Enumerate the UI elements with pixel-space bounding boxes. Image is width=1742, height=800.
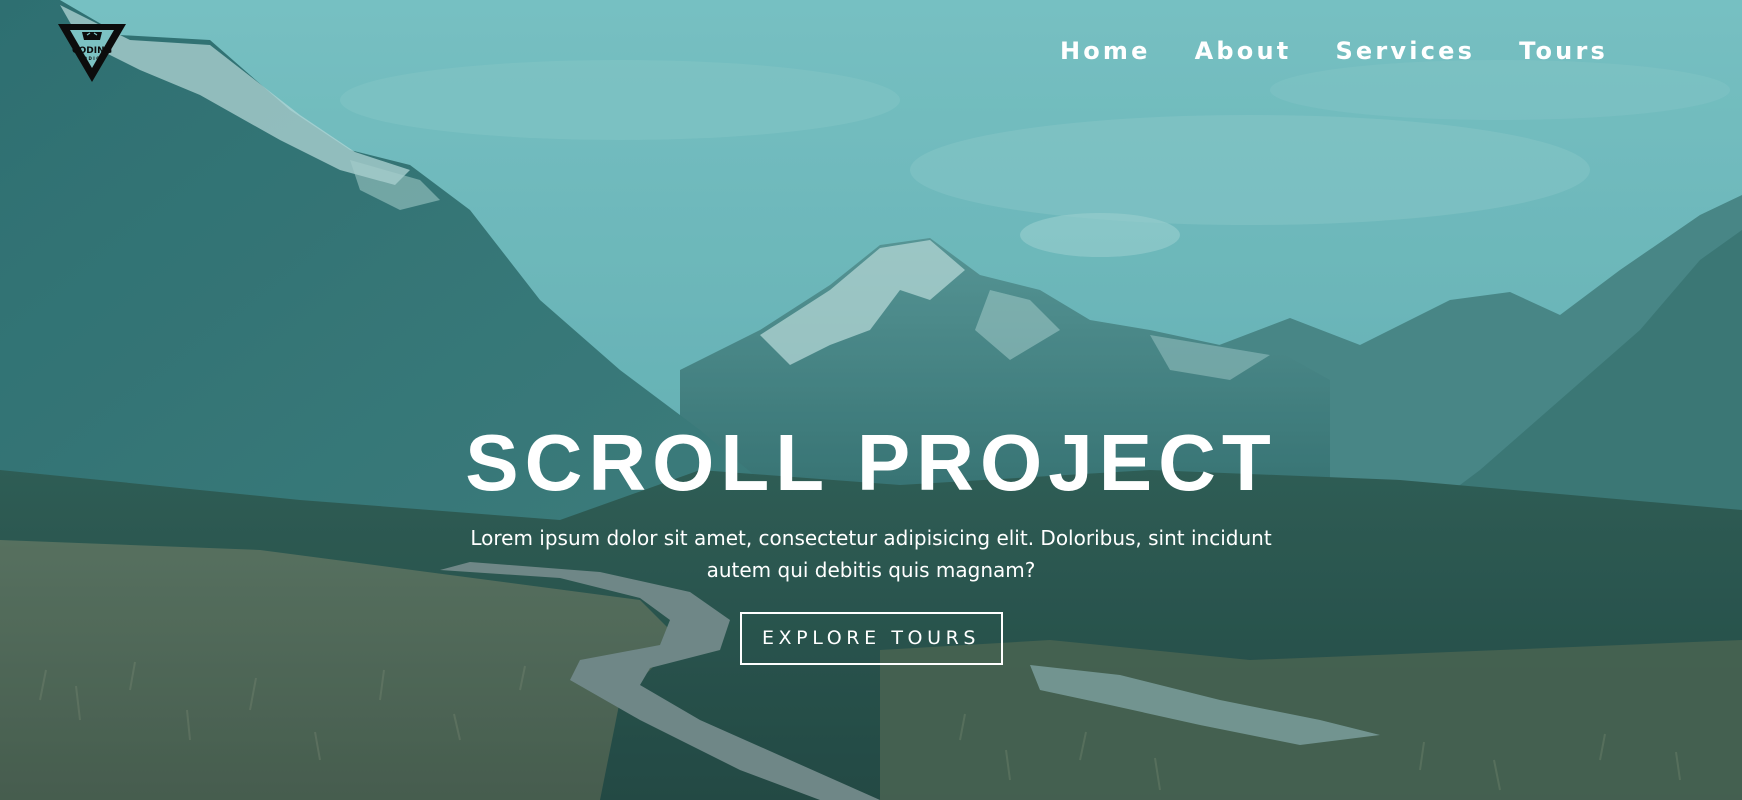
nav-item-about: About xyxy=(1195,36,1292,66)
logo[interactable]: CODING ADDICT xyxy=(56,22,128,84)
banner-text: Lorem ipsum dolor sit amet, consectetur … xyxy=(470,526,1272,582)
nav-item-services: Services xyxy=(1335,36,1475,66)
banner: SCROLL PROJECT Lorem ipsum dolor sit ame… xyxy=(0,418,1742,665)
nav-item-home: Home xyxy=(1060,36,1151,66)
explore-tours-button[interactable]: EXPLORE TOURS xyxy=(739,612,1003,665)
nav-item-tours: Tours xyxy=(1519,36,1608,66)
nav-links: Home About Services Tours xyxy=(1060,36,1608,66)
navbar: CODING ADDICT Home About Services Tours xyxy=(0,0,1742,105)
nav-link-services[interactable]: Services xyxy=(1335,37,1475,65)
banner-title: SCROLL PROJECT xyxy=(465,418,1277,507)
nav-link-tours[interactable]: Tours xyxy=(1519,37,1608,65)
hero-overlay xyxy=(0,0,1742,800)
logo-text: CODING xyxy=(72,46,112,56)
logo-subtext: ADDICT xyxy=(79,56,105,61)
nav-link-home[interactable]: Home xyxy=(1060,37,1151,65)
nav-link-about[interactable]: About xyxy=(1195,37,1292,65)
hero-section: CODING ADDICT Home About Services Tours … xyxy=(0,0,1742,800)
